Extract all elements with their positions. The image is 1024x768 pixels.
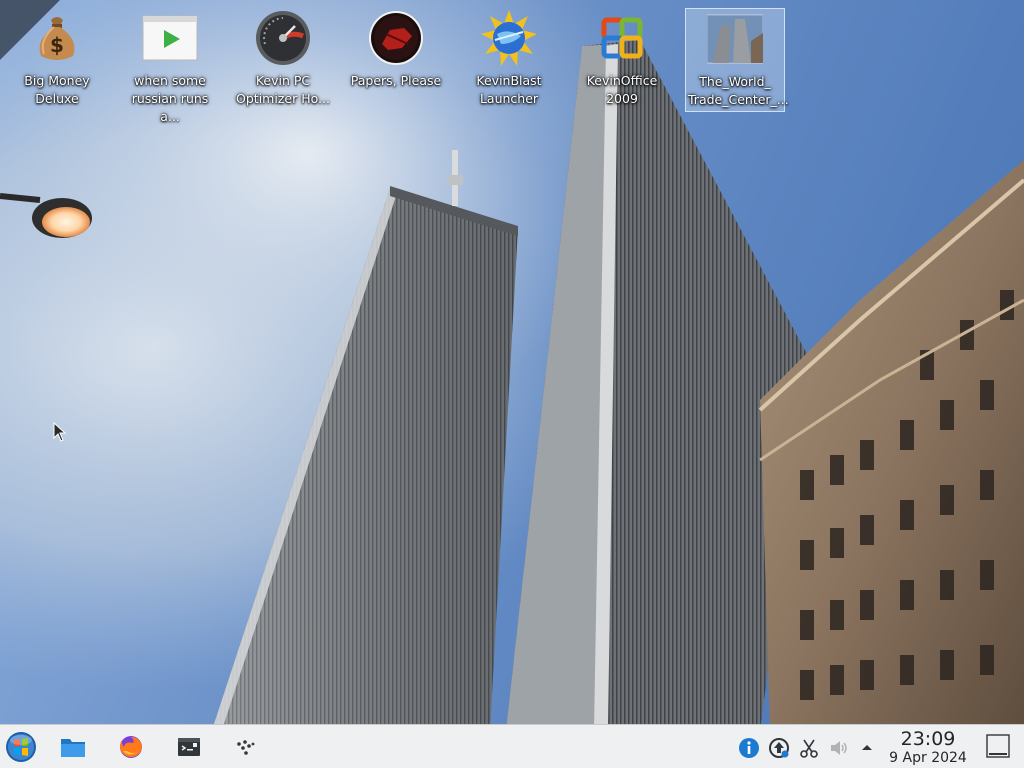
desktop-icon-label: Kevin PC Optimizer Ho... bbox=[236, 73, 330, 106]
info-icon[interactable] bbox=[738, 737, 760, 759]
desktop-icon-label: Big Money Deluxe bbox=[24, 73, 90, 106]
desktop-icon-grid: $ Big Money Deluxe when some russian run… bbox=[0, 0, 1024, 130]
taskbar: 23:09 9 Apr 2024 bbox=[0, 724, 1024, 768]
image-thumbnail-icon bbox=[707, 11, 763, 67]
office-logo-icon bbox=[594, 10, 650, 66]
start-orb-icon bbox=[5, 731, 37, 763]
desktop-icon-label: when some russian runs a... bbox=[131, 73, 209, 124]
terminal-icon bbox=[172, 731, 204, 763]
volume-icon[interactable] bbox=[828, 737, 850, 759]
desktop-icon-big-money-deluxe[interactable]: $ Big Money Deluxe bbox=[7, 8, 107, 112]
show-desktop-button[interactable] bbox=[986, 734, 1010, 758]
papers-please-icon bbox=[368, 10, 424, 66]
show-desktop-icon bbox=[986, 734, 1010, 758]
firefox-icon bbox=[115, 731, 147, 763]
dots-app-button[interactable] bbox=[229, 731, 261, 763]
desktop-icon-label: Papers, Please bbox=[350, 73, 442, 88]
desktop-icon-label: KevinBlast Launcher bbox=[476, 73, 542, 106]
folder-icon bbox=[57, 731, 89, 763]
clock-time: 23:09 bbox=[900, 728, 956, 750]
kevinblast-globe-icon bbox=[481, 10, 537, 66]
digital-clock[interactable]: 23:09 9 Apr 2024 bbox=[880, 728, 976, 767]
firefox-button[interactable] bbox=[115, 731, 147, 763]
desktop-icon-kevinoffice-2009[interactable]: KevinOffice 2009 bbox=[572, 8, 672, 112]
desktop-icon-kevinblast-launcher[interactable]: KevinBlast Launcher bbox=[459, 8, 559, 112]
desktop-icon-papers-please[interactable]: Papers, Please bbox=[346, 8, 446, 112]
desktop-icon-world-trade-center-image[interactable]: The_World_ Trade_Center_... bbox=[685, 8, 789, 112]
mouse-cursor-icon bbox=[53, 421, 67, 444]
file-manager-button[interactable] bbox=[57, 731, 89, 763]
video-file-icon bbox=[142, 10, 198, 66]
svg-text:$: $ bbox=[50, 33, 64, 57]
start-menu-button[interactable] bbox=[5, 731, 37, 763]
terminal-button[interactable] bbox=[172, 731, 204, 763]
desktop-icon-label: The_World_ Trade_Center_... bbox=[688, 74, 789, 107]
dots-icon bbox=[229, 731, 261, 763]
desktop-icon-kevin-pc-optimizer[interactable]: Kevin PC Optimizer Ho... bbox=[233, 8, 333, 112]
money-bag-icon: $ bbox=[29, 10, 85, 66]
scissors-icon[interactable] bbox=[798, 737, 820, 759]
updates-icon[interactable] bbox=[768, 737, 790, 759]
speedometer-icon bbox=[255, 10, 311, 66]
desktop-icon-label: KevinOffice 2009 bbox=[586, 73, 658, 106]
tray-expand-icon[interactable] bbox=[856, 737, 878, 759]
desktop-icon-video-file[interactable]: when some russian runs a... bbox=[120, 8, 220, 124]
clock-date: 9 Apr 2024 bbox=[889, 750, 967, 766]
